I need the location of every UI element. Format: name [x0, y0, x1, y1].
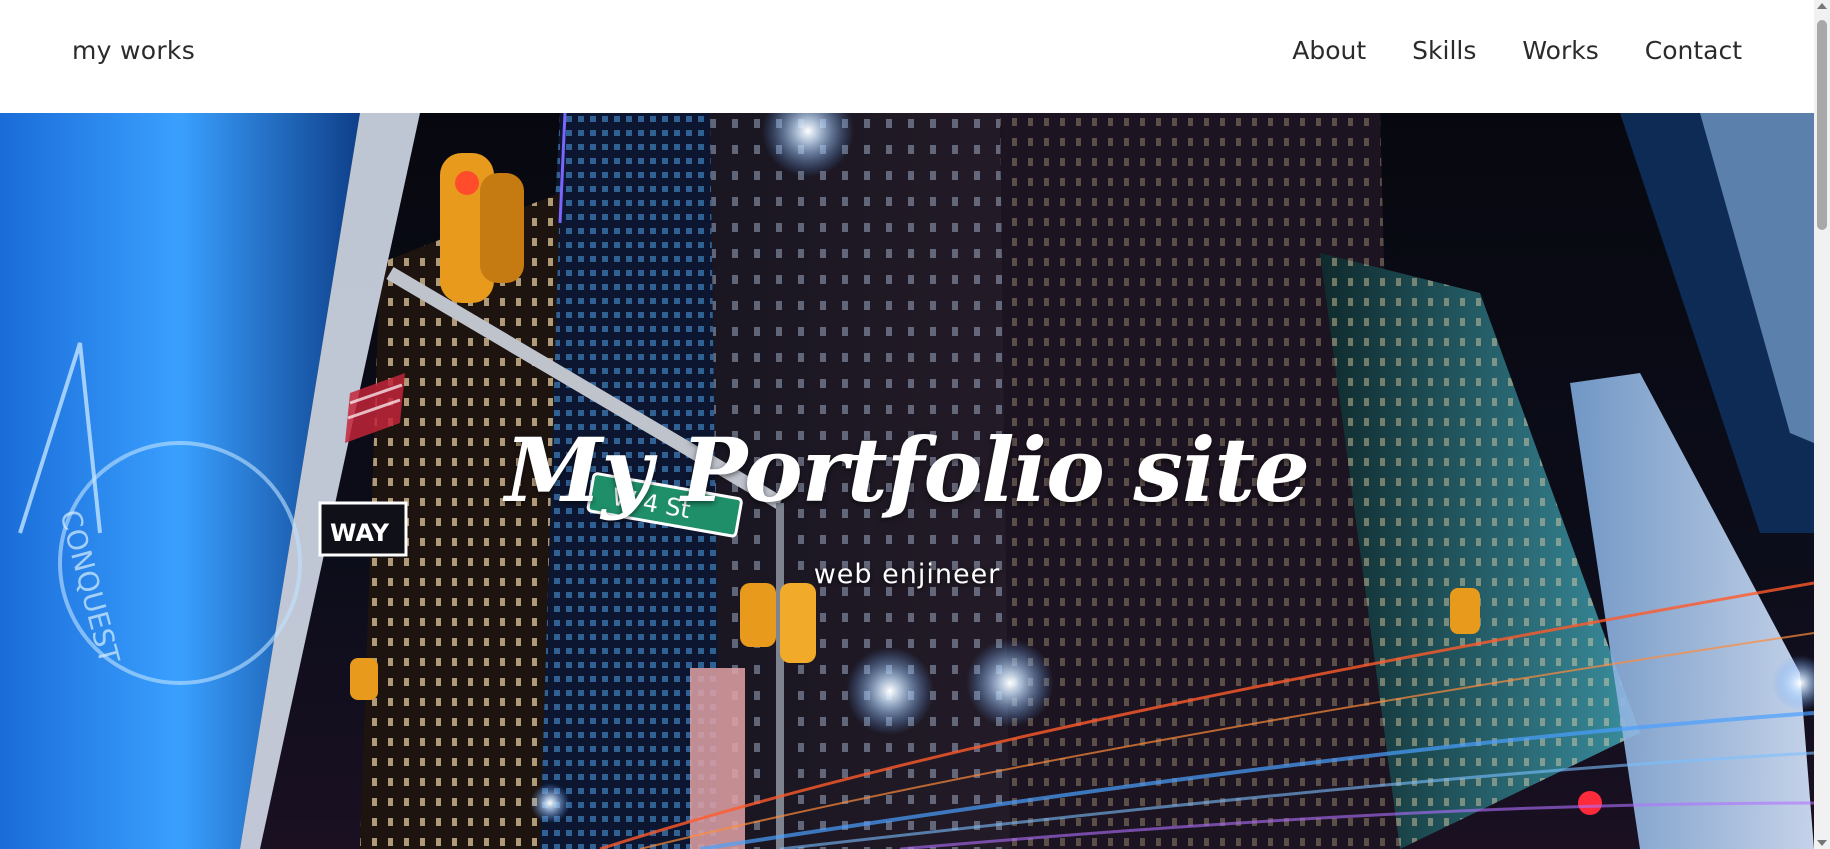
site-logo-link[interactable]: my works	[72, 36, 195, 65]
nav-link-works[interactable]: Works	[1522, 36, 1598, 65]
one-way-sign-text: WAY	[330, 519, 390, 547]
nav-link-contact[interactable]: Contact	[1645, 36, 1742, 65]
hero-subtitle: web enjineer	[813, 559, 1001, 590]
nav-link-skills[interactable]: Skills	[1412, 36, 1476, 65]
main-nav: About Skills Works Contact	[1292, 36, 1742, 65]
scrollbar-thumb[interactable]	[1817, 20, 1827, 230]
hero-section: CONQUEST WAY W 4 St My Portfolio site we…	[0, 113, 1814, 849]
nav-link-about[interactable]: About	[1292, 36, 1366, 65]
site-header: my works About Skills Works Contact	[0, 0, 1814, 113]
hero-title: My Portfolio site	[504, 418, 1310, 522]
scroll-down-arrow-icon[interactable]	[1817, 840, 1827, 846]
scroll-up-arrow-icon[interactable]	[1817, 3, 1827, 9]
page: my works About Skills Works Contact CONQ…	[0, 0, 1830, 849]
page-scrollbar[interactable]	[1814, 0, 1830, 849]
